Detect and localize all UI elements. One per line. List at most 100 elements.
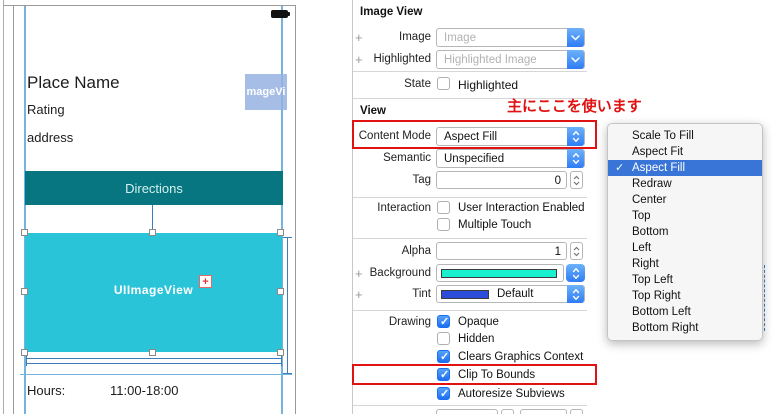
place-name-label: Place Name: [27, 73, 120, 92]
state-row-label: State: [404, 78, 431, 90]
separator: [353, 405, 587, 406]
canvas-frame-left: [13, 5, 14, 414]
background-popup-button[interactable]: [566, 264, 585, 282]
uiimageview-label: UIImageView: [113, 283, 194, 297]
separator: [353, 197, 587, 198]
check-icon: ✓: [615, 162, 625, 174]
semantic-popup[interactable]: Unspecified: [436, 149, 585, 168]
resize-handle[interactable]: [149, 229, 156, 236]
image-combobox[interactable]: Image: [436, 28, 585, 47]
uiimageview[interactable]: UIImageView +: [25, 233, 282, 352]
separator: [353, 310, 587, 311]
background-color-well[interactable]: [436, 264, 564, 282]
clipped-stepper[interactable]: [570, 409, 583, 414]
interaction-label: Interaction: [377, 202, 431, 214]
separator: [353, 238, 587, 239]
width-constraint-bar: [26, 358, 281, 359]
rating-label: Rating: [27, 102, 65, 117]
menu-item-top-right[interactable]: Top Right: [608, 288, 762, 304]
background-color-swatch: [441, 268, 557, 278]
dashed-constraint-line: [764, 265, 765, 331]
width-constraint-bar: [26, 363, 281, 364]
menu-item-bottom[interactable]: Bottom: [608, 224, 762, 240]
resize-handle[interactable]: [21, 229, 28, 236]
tag-label: Tag: [412, 174, 431, 186]
menu-item-top[interactable]: Top: [608, 208, 762, 224]
alpha-label: Alpha: [401, 245, 431, 257]
battery-nub-icon: [288, 12, 290, 16]
highlighted-row-label: Highlighted: [373, 53, 431, 65]
resize-handle[interactable]: [277, 229, 284, 236]
multiple-touch-label: Multiple Touch: [458, 219, 532, 231]
content-mode-menu: Scale To Fill Aspect Fit ✓ Aspect Fill R…: [607, 123, 763, 341]
directions-button[interactable]: Directions: [25, 171, 283, 205]
check-icon: ✓: [440, 316, 450, 328]
clipped-stepper[interactable]: [501, 409, 514, 414]
constraint-tick: [281, 356, 282, 366]
tint-popup[interactable]: Default: [436, 285, 585, 303]
menu-item-right[interactable]: Right: [608, 256, 762, 272]
add-missing-constraints-badge[interactable]: +: [199, 275, 212, 288]
hours-value-label: 11:00-18:00: [110, 383, 179, 398]
tag-stepper[interactable]: [570, 171, 583, 189]
resize-handle[interactable]: [21, 349, 28, 356]
menu-item-label: Aspect Fill: [632, 162, 686, 174]
multiple-touch-checkbox[interactable]: [437, 218, 450, 231]
menu-item-left[interactable]: Left: [608, 240, 762, 256]
image-view-section-title: Image View: [360, 6, 423, 18]
clears-graphics-context-checkbox[interactable]: ✓: [437, 350, 450, 363]
menu-item-top-left[interactable]: Top Left: [608, 272, 762, 288]
menu-item-bottom-left[interactable]: Bottom Left: [608, 304, 762, 320]
menu-item-bottom-right[interactable]: Bottom Right: [608, 320, 762, 336]
chevron-up-down-icon: [567, 285, 584, 303]
user-interaction-checkbox[interactable]: [437, 201, 450, 214]
canvas-frame-right: [295, 5, 296, 414]
menu-item-center[interactable]: Center: [608, 192, 762, 208]
directions-button-label: Directions: [125, 180, 183, 196]
image-row-label: Image: [399, 31, 431, 43]
opaque-checkbox[interactable]: ✓: [437, 315, 450, 328]
alpha-stepper[interactable]: [570, 242, 583, 260]
resize-handle[interactable]: [21, 288, 28, 295]
menu-item-aspect-fill[interactable]: ✓ Aspect Fill: [608, 160, 762, 176]
separator: [353, 71, 587, 72]
autoresize-subviews-checkbox[interactable]: ✓: [437, 387, 450, 400]
constraint-tick: [283, 237, 292, 238]
alpha-field[interactable]: 1: [436, 242, 567, 260]
constraint-tick: [26, 356, 27, 366]
clears-graphics-context-label: Clears Graphics Context: [458, 351, 584, 363]
menu-item-redraw[interactable]: Redraw: [608, 176, 762, 192]
user-interaction-label: User Interaction Enabled: [458, 202, 585, 214]
tag-field[interactable]: 0: [436, 171, 567, 189]
menu-item-scale-to-fill[interactable]: Scale To Fill: [608, 128, 762, 144]
tag-value: 0: [554, 174, 561, 187]
chevron-down-icon: [567, 50, 584, 69]
resize-handle[interactable]: [277, 288, 284, 295]
clip-to-bounds-highlight-box: [352, 364, 597, 385]
state-highlighted-label: Highlighted: [458, 78, 519, 92]
plus-icon: +: [202, 275, 209, 288]
resize-handle[interactable]: [277, 349, 284, 356]
check-icon: ✓: [440, 351, 450, 363]
hidden-label: Hidden: [458, 333, 495, 345]
state-highlighted-checkbox[interactable]: [437, 77, 450, 90]
resize-handle[interactable]: [149, 349, 156, 356]
menu-item-aspect-fit[interactable]: Aspect Fit: [608, 144, 762, 160]
autoresize-subviews-label: Autoresize Subviews: [458, 388, 565, 400]
background-label: Background: [369, 267, 431, 279]
check-icon: ✓: [440, 388, 450, 400]
clipped-field[interactable]: [520, 409, 567, 414]
small-imageview[interactable]: mageVi: [245, 74, 287, 110]
height-constraint-bar: [287, 237, 288, 373]
canvas-frame-top: [3, 5, 295, 6]
stepper-arrows-icon: [573, 175, 580, 185]
highlighted-combobox[interactable]: Highlighted Image: [436, 50, 585, 69]
alpha-value: 1: [554, 245, 561, 258]
small-imageview-label: mageVi: [246, 86, 286, 98]
stepper-arrows-icon: [573, 246, 580, 256]
image-combobox-placeholder: Image: [444, 31, 476, 44]
clipped-field[interactable]: [436, 409, 498, 414]
canvas-frame-left-outer: [3, 0, 4, 414]
hidden-checkbox[interactable]: [437, 332, 450, 345]
opaque-label: Opaque: [458, 316, 499, 328]
